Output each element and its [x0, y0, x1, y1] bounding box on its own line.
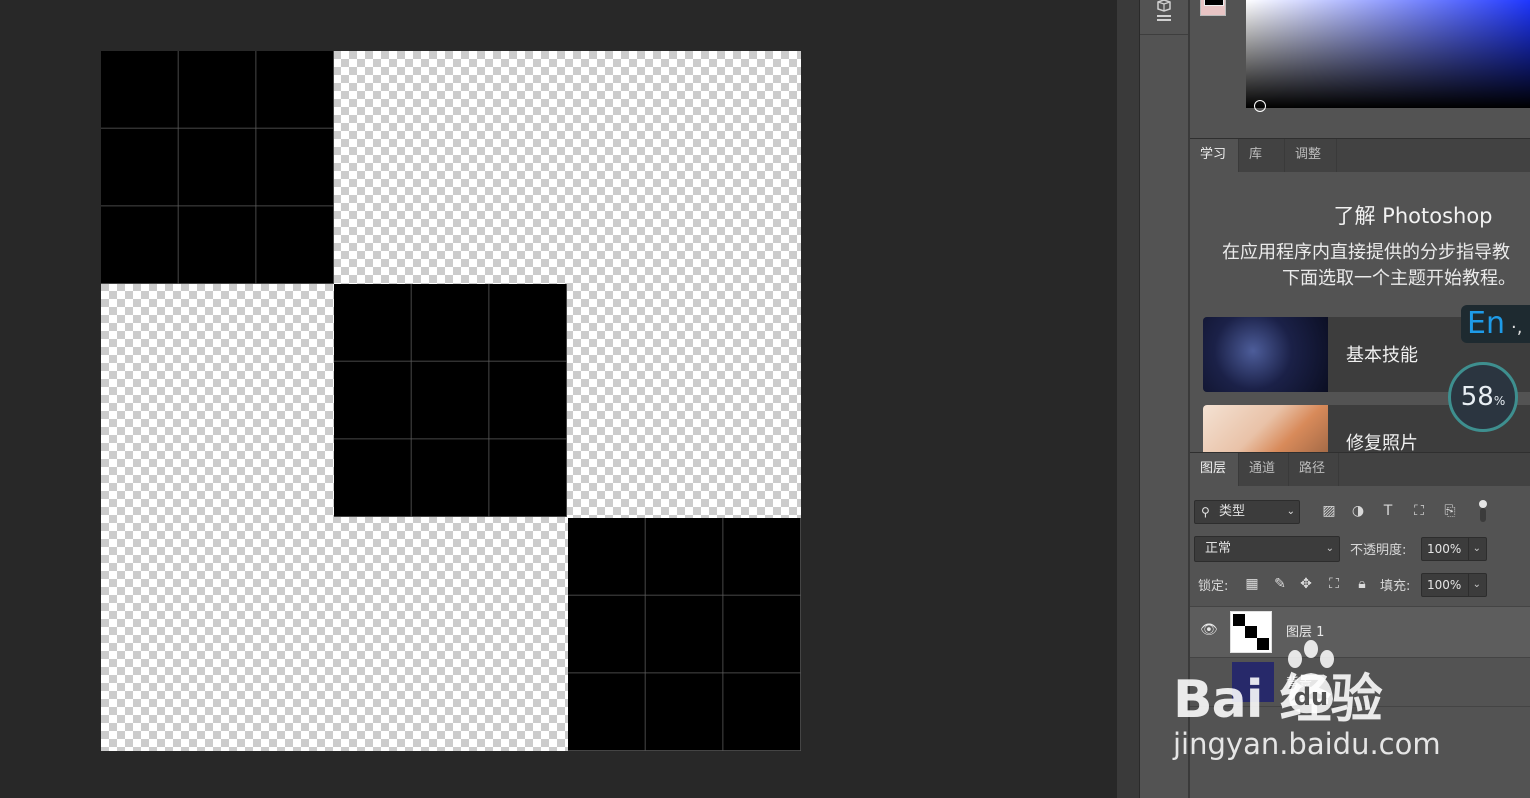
3d-cube-icon[interactable]: [1154, 0, 1174, 24]
thumbnail-block: [1233, 614, 1245, 626]
eye-icon[interactable]: 👁︎: [1200, 622, 1218, 638]
tab-adjustments[interactable]: 调整: [1285, 139, 1337, 173]
blend-mode-select[interactable]: 正常 ⌄: [1194, 536, 1340, 562]
black-block-bottom-right: [568, 518, 801, 751]
layer-thumbnail: [1232, 662, 1274, 702]
tutorial-card-label: 修复照片: [1346, 433, 1418, 452]
layer-row[interactable]: 背景: [1190, 656, 1530, 707]
black-block-top-left: [101, 51, 334, 284]
fill-value: 100%: [1427, 578, 1462, 592]
foreground-color-swatch[interactable]: [1204, 0, 1224, 6]
lock-label: 锁定:: [1198, 579, 1229, 594]
tab-paths[interactable]: 路径: [1289, 453, 1339, 487]
progress-unit: %: [1493, 394, 1506, 408]
color-picker-field[interactable]: [1246, 0, 1530, 108]
tab-library[interactable]: 库: [1239, 139, 1285, 173]
tab-learn[interactable]: 学习: [1190, 139, 1239, 173]
fill-label: 填充:: [1380, 579, 1411, 594]
document-canvas[interactable]: [101, 51, 801, 751]
learn-title: 了解 Photoshop: [1333, 204, 1493, 228]
fill-input[interactable]: 100% ⌄: [1421, 573, 1487, 597]
layer-thumbnail: [1230, 611, 1272, 653]
thumbnail-block: [1257, 638, 1269, 650]
lock-transparent-pixels-icon[interactable]: ▦: [1244, 576, 1260, 592]
adjustment-filter-icon[interactable]: ◑: [1350, 503, 1366, 519]
filter-toggle-switch[interactable]: [1478, 500, 1488, 522]
thumbnail-block: [1245, 626, 1257, 638]
panel-gutter: [1117, 0, 1139, 798]
chevron-down-icon: ⌄: [1286, 506, 1295, 517]
layer-filter-value: 类型: [1219, 504, 1246, 519]
chevron-down-icon: ⌄: [1467, 574, 1481, 596]
canvas-workspace[interactable]: [0, 0, 1117, 798]
lock-all-icon[interactable]: 🔒︎: [1354, 576, 1370, 592]
search-icon: ⚲: [1201, 505, 1210, 519]
tutorial-thumbnail: [1203, 405, 1328, 452]
learn-panel: 了解 Photoshop 在应用程序内直接提供的分步指导教 下面选取一个主题开始…: [1190, 172, 1530, 452]
color-picker-cursor[interactable]: [1254, 100, 1266, 112]
learn-panel-tabs: 学习 库 调整: [1190, 138, 1530, 173]
lock-position-icon[interactable]: ✥: [1298, 576, 1314, 592]
layers-panel: ⚲ 类型 ⌄ ▨ ◑ T ⛶ ⎘ 正常 ⌄ 不透明度: 100% ⌄ 锁定: ▦…: [1190, 486, 1530, 798]
lock-artboard-icon[interactable]: ⛶: [1326, 576, 1342, 592]
layers-panel-tabs: 图层 通道 路径: [1190, 452, 1530, 487]
layer-name[interactable]: 图层 1: [1286, 621, 1324, 640]
learn-description-line: 在应用程序内直接提供的分步指导教: [1222, 242, 1510, 263]
learn-description-line: 下面选取一个主题开始教程。: [1282, 268, 1516, 289]
ime-indicator[interactable]: En ·,: [1461, 305, 1530, 343]
strip-separator: [1140, 34, 1189, 35]
chevron-down-icon: ⌄: [1325, 543, 1334, 554]
learn-description: 在应用程序内直接提供的分步指导教 下面选取一个主题开始教程。: [1222, 240, 1530, 292]
opacity-input[interactable]: 100% ⌄: [1421, 537, 1487, 561]
layer-name[interactable]: 背景: [1286, 672, 1312, 691]
chevron-down-icon: ⌄: [1467, 538, 1481, 560]
layer-row[interactable]: 👁︎ 图层 1: [1190, 606, 1530, 658]
smart-object-filter-icon[interactable]: ⎘: [1442, 503, 1458, 519]
ime-language: En: [1467, 306, 1505, 341]
collapsed-panel-strip: [1139, 0, 1190, 798]
color-panel: [1190, 0, 1530, 138]
layer-filter-select[interactable]: ⚲ 类型 ⌄: [1194, 500, 1300, 524]
progress-badge[interactable]: 58%: [1448, 362, 1518, 432]
tab-channels[interactable]: 通道: [1239, 453, 1289, 487]
type-filter-icon[interactable]: T: [1380, 503, 1396, 519]
lock-image-pixels-icon[interactable]: ✎: [1272, 576, 1288, 592]
black-block-center: [334, 284, 567, 517]
opacity-value: 100%: [1427, 542, 1462, 556]
tutorial-card-label: 基本技能: [1346, 345, 1418, 366]
tab-layers[interactable]: 图层: [1190, 453, 1239, 487]
image-filter-icon[interactable]: ▨: [1321, 503, 1337, 519]
progress-value: 58: [1460, 382, 1494, 412]
blend-mode-value: 正常: [1205, 541, 1232, 556]
tutorial-thumbnail: [1203, 317, 1328, 392]
ime-punctuation: ·,: [1510, 317, 1523, 338]
right-panels: 学习 库 调整 了解 Photoshop 在应用程序内直接提供的分步指导教 下面…: [1190, 0, 1530, 798]
opacity-label: 不透明度:: [1350, 543, 1407, 558]
shape-filter-icon[interactable]: ⛶: [1411, 503, 1427, 519]
